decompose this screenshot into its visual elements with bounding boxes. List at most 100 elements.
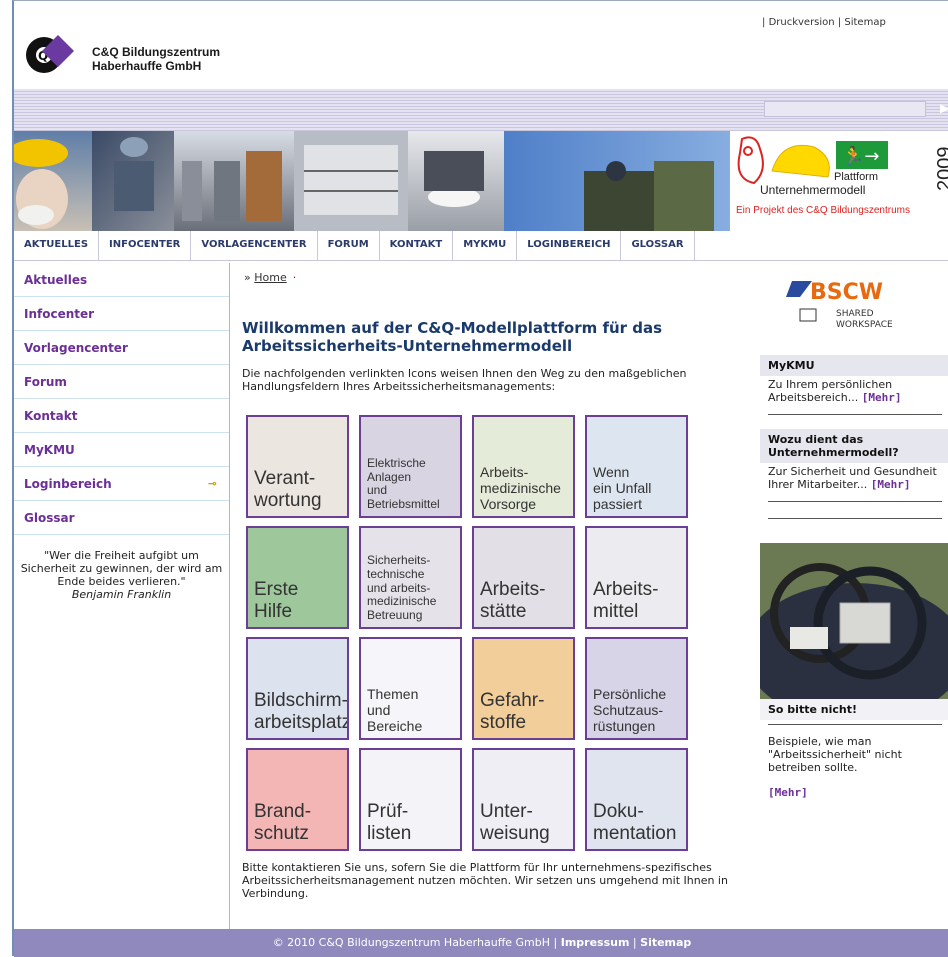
bad-example-photo[interactable] [760, 543, 948, 699]
divider [768, 724, 942, 725]
bscw-shared: SHARED [836, 309, 874, 319]
tile-betreuung[interactable]: Sicherheits- technische und arbeits- med… [359, 526, 462, 629]
tile-label: Brand- schutz [254, 801, 312, 845]
tile-elektrische-anlagen[interactable]: Elektrische Anlagen und Betriebsmittel [359, 415, 462, 518]
sidebar-item-label: Vorlagencenter [24, 341, 128, 355]
tile-label: Gefahr- stoffe [480, 690, 545, 734]
sidebar-item-glossar[interactable]: Glossar [14, 501, 229, 535]
sidebar-item-aktuelles[interactable]: Aktuelles [14, 263, 229, 297]
tile-arbeitsmedizinische-vorsorge[interactable]: Arbeits- medizinische Vorsorge [472, 415, 575, 518]
header-banner: 🏃→ Plattform Unternehmermodell Ein Proje… [14, 131, 948, 231]
sidebar-item-label: Kontakt [24, 409, 78, 423]
breadcrumb-dot-icon: · [292, 271, 297, 284]
footer-copyright: © 2010 C&Q Bildungszentrum Haberhauffe G… [272, 936, 551, 949]
right-column: BSCW SHARED WORKSPACE MyKMU Zu Ihrem per… [746, 263, 948, 929]
nav-glossar[interactable]: GLOSSAR [621, 231, 695, 260]
contact-note: Bitte kontaktieren Sie uns, sofern Sie d… [242, 861, 728, 900]
nav-vorlagencenter[interactable]: VORLAGENCENTER [191, 231, 318, 260]
nav-mykmu[interactable]: MYKMU [453, 231, 518, 260]
bad-example-caption-box: So bitte nicht! Beispiele, wie man "Arbe… [760, 699, 948, 799]
purpose-more-link[interactable]: [Mehr] [871, 478, 911, 491]
badge-year: 2009 [934, 146, 948, 192]
tile-bildschirmarbeitsplatz[interactable]: Bildschirm- arbeitsplatz [246, 637, 349, 740]
tile-label: Erste Hilfe [254, 579, 299, 623]
tile-arbeitsmittel[interactable]: Arbeits- mittel [585, 526, 688, 629]
example-more-wrap: [Mehr] [760, 784, 948, 799]
bscw-logo[interactable]: BSCW SHARED WORKSPACE [786, 275, 916, 335]
separator: | [629, 936, 641, 949]
brand-name[interactable]: C&Q Bildungszentrum Haberhauffe GmbH [92, 45, 220, 73]
tile-brandschutz[interactable]: Brand- schutz [246, 748, 349, 851]
cable-photo-image [760, 543, 948, 699]
nav-infocenter[interactable]: INFOCENTER [99, 231, 192, 260]
tile-label: Bildschirm- arbeitsplatz [254, 690, 349, 734]
badge-unternehmermodell: Unternehmermodell [760, 183, 866, 197]
brand-line-2: Haberhauffe GmbH [92, 59, 202, 73]
tile-label: Persönliche Schutzaus- rüstungen [593, 685, 667, 734]
tile-label: Doku- mentation [593, 801, 677, 845]
example-more-link[interactable]: [Mehr] [768, 786, 808, 799]
tile-label: Wenn ein Unfall passiert [593, 463, 652, 512]
sidebar-item-mykmu[interactable]: MyKMU [14, 433, 229, 467]
mykmu-more-link[interactable]: [Mehr] [862, 391, 902, 404]
site-footer: © 2010 C&Q Bildungszentrum Haberhauffe G… [14, 929, 948, 957]
nav-aktuelles[interactable]: AKTUELLES [14, 231, 100, 260]
bscw-word: BSCW [810, 280, 883, 305]
banner-photo-collage [14, 131, 730, 231]
print-version-link[interactable]: Druckversion [769, 17, 835, 28]
sidebar-item-kontakt[interactable]: Kontakt [14, 399, 229, 433]
main-content: » Home · Willkommen auf der C&Q-Modellpla… [230, 263, 740, 929]
nav-forum[interactable]: FORUM [318, 231, 380, 260]
bscw-workspace: WORKSPACE [836, 320, 893, 330]
tile-dokumentation[interactable]: Doku- mentation [585, 748, 688, 851]
tile-verantwortung[interactable]: Verant- wortung [246, 415, 349, 518]
breadcrumb: » Home · [244, 271, 296, 284]
platform-badge: 🏃→ Plattform Unternehmermodell Ein Proje… [730, 131, 948, 231]
sidebar-item-infocenter[interactable]: Infocenter [14, 297, 229, 331]
nav-kontakt[interactable]: KONTAKT [380, 231, 454, 260]
footer-sitemap-link[interactable]: Sitemap [640, 936, 691, 949]
sidebar-item-label: Glossar [24, 511, 75, 525]
quote-text: "Wer die Freiheit aufgibt um Sicherheit … [20, 549, 223, 588]
tile-themen-bereiche[interactable]: Themen und Bereiche [359, 637, 462, 740]
tile-label: Prüf- listen [367, 801, 412, 845]
divider [768, 518, 942, 519]
left-sidebar: Aktuelles Infocenter Vorlagencenter Foru… [14, 263, 230, 929]
key-icon: ⊸ [207, 477, 217, 490]
purpose-text: Zur Sicherheit und Gesundheit Ihrer Mita… [768, 465, 937, 491]
separator: | [553, 936, 561, 949]
company-logo-icon[interactable]: Q [24, 29, 84, 77]
site-header: Q C&Q Bildungszentrum Haberhauffe GmbH |… [14, 1, 948, 89]
sidebar-item-loginbereich[interactable]: Loginbereich ⊸ [14, 467, 229, 501]
tile-gefahrstoffe[interactable]: Gefahr- stoffe [472, 637, 575, 740]
tile-unterweisung[interactable]: Unter- weisung [472, 748, 575, 851]
tile-schutzausruestungen[interactable]: Persönliche Schutzaus- rüstungen [585, 637, 688, 740]
separator: | [834, 17, 845, 28]
mykmu-box-text: Zu Ihrem persönlichen Arbeitsbereich... … [760, 376, 948, 404]
tile-prueflisten[interactable]: Prüf- listen [359, 748, 462, 851]
nav-loginbereich[interactable]: LOGINBEREICH [517, 231, 622, 260]
tile-arbeitsstaette[interactable]: Arbeits- stätte [472, 526, 575, 629]
breadcrumb-home-link[interactable]: Home [254, 271, 286, 284]
search-go-icon[interactable]: ▶ [940, 101, 948, 115]
footer-impressum-link[interactable]: Impressum [561, 936, 630, 949]
sitemap-top-link[interactable]: Sitemap [844, 17, 885, 28]
tile-label: Arbeits- mittel [593, 579, 659, 623]
bscw-logo-icon: BSCW SHARED WORKSPACE [786, 280, 893, 330]
search-bar-strip: ▶ [14, 89, 948, 131]
tile-label: Unter- weisung [480, 801, 550, 845]
badge-plattform: Plattform [834, 171, 879, 183]
page-title: Willkommen auf der C&Q-Modellplattform f… [242, 319, 663, 355]
sidebar-item-label: MyKMU [24, 443, 75, 457]
tile-label: Arbeits- stätte [480, 579, 546, 623]
intro-text: Die nachfolgenden verlinkten Icons weise… [242, 367, 687, 393]
tile-erste-hilfe[interactable]: Erste Hilfe [246, 526, 349, 629]
tile-label: Elektrische Anlagen und Betriebsmittel [367, 455, 440, 512]
search-input[interactable] [764, 101, 926, 117]
quote-block: "Wer die Freiheit aufgibt um Sicherheit … [14, 535, 229, 615]
sidebar-item-forum[interactable]: Forum [14, 365, 229, 399]
tile-unfall[interactable]: Wenn ein Unfall passiert [585, 415, 688, 518]
sidebar-item-vorlagencenter[interactable]: Vorlagencenter [14, 331, 229, 365]
badge-projekt: Ein Projekt des C&Q Bildungszentrums [736, 205, 910, 216]
main-navigation: AKTUELLES INFOCENTER VORLAGENCENTER FORU… [14, 231, 948, 261]
